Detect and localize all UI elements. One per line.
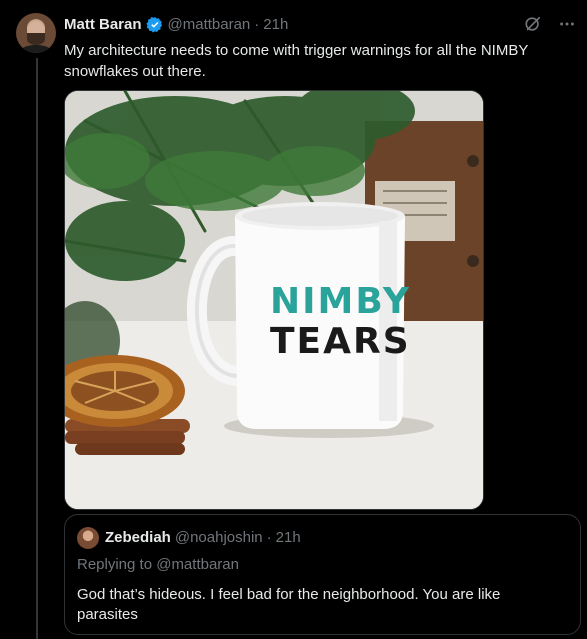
quote-author-handle[interactable]: @noahjoshin [175,528,263,548]
quote-header: Zebediah @noahjoshin · 21h [77,527,568,549]
mug-text-tears: TEARS [270,321,411,362]
quote-text: God that’s hideous. I feel bad for the n… [77,586,501,623]
quote-avatar[interactable] [77,527,99,549]
quote-timestamp[interactable]: 21h [276,528,301,548]
tweet[interactable]: Matt Baran @mattbaran · 21h My architect [0,0,587,639]
tweet-text: My architecture needs to come with trigg… [64,42,529,80]
header-actions [523,14,577,34]
mug-text-nimby: NIMBY [270,281,411,322]
verified-badge-icon [145,16,164,34]
more-icon[interactable] [557,14,577,34]
replying-to[interactable]: Replying to @mattbaran [77,555,568,575]
timestamp[interactable]: 21h [263,15,288,35]
separator-dot: · [254,16,260,33]
quote-separator-dot: · [266,529,272,546]
author-name[interactable]: Matt Baran [64,15,142,35]
thread-line [36,58,38,639]
grok-icon[interactable] [523,14,543,34]
quote-author-name[interactable]: Zebediah [105,528,171,548]
author-avatar[interactable] [16,13,56,53]
author-handle[interactable]: @mattbaran [168,15,251,35]
quoted-reply[interactable]: Zebediah @noahjoshin · 21h Replying to @… [64,514,581,635]
tweet-image[interactable]: NIMBY TEARS [64,90,484,510]
tweet-header: Matt Baran @mattbaran · 21h [64,15,288,35]
